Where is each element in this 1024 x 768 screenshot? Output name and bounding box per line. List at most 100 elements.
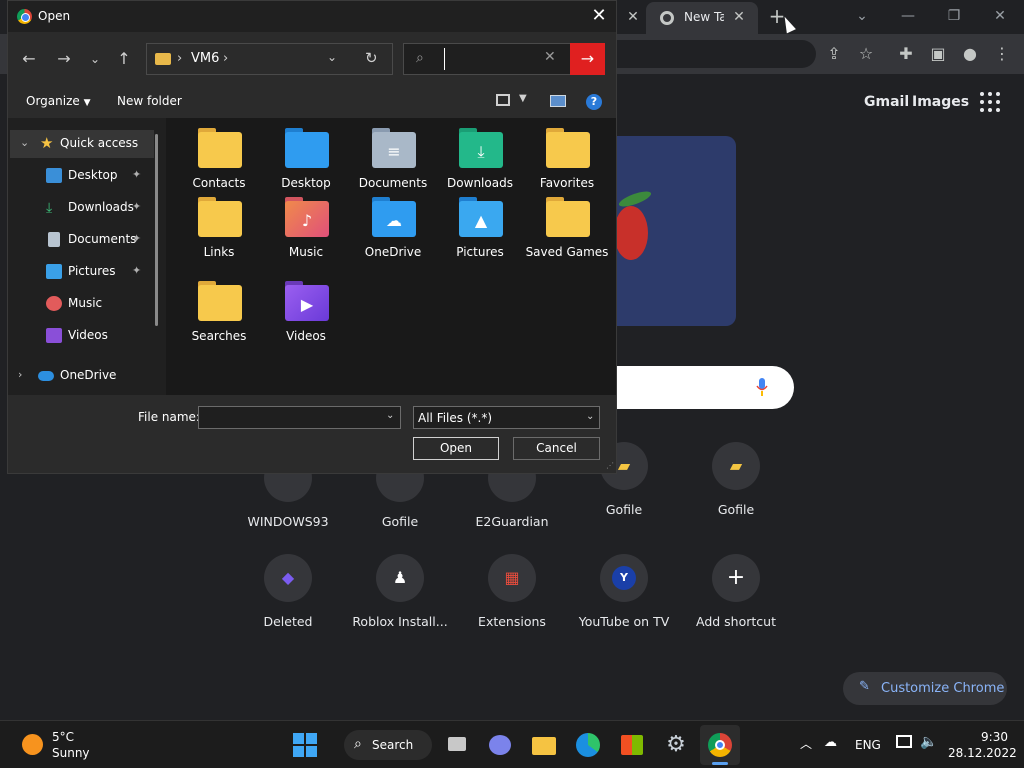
refresh-icon[interactable]: ↻ (365, 49, 378, 67)
folder-downloads[interactable]: ⤓ Downloads (438, 122, 522, 196)
expand-chevron-icon[interactable]: ⌄ (20, 136, 29, 149)
address-bar[interactable]: › VM6 › ⌄ ↻ (146, 43, 393, 75)
folder-desktop[interactable]: Desktop (264, 122, 348, 196)
tab-search-icon[interactable]: ⌄ (848, 6, 876, 26)
resize-grip-icon[interactable]: ⋰ (606, 461, 614, 470)
show-hidden-icons-chevron-icon[interactable]: ︿ (800, 735, 812, 752)
nav-item-pictures[interactable]: Pictures ✦ (8, 258, 154, 286)
clock-date[interactable]: 28.12.2022 (948, 746, 1017, 760)
recent-locations-chevron-icon[interactable]: ⌄ (84, 48, 106, 70)
organize-button[interactable]: Organize ▼ (26, 94, 91, 108)
clock-time[interactable]: 9:30 (958, 730, 1008, 744)
share-icon[interactable]: ⇪ (822, 42, 846, 66)
taskbar-search-button[interactable]: ⌕ Search (344, 730, 432, 760)
open-button[interactable]: Open (413, 437, 499, 460)
file-explorer-icon[interactable] (530, 731, 558, 759)
weather-condition[interactable]: Sunny (52, 746, 90, 760)
dialog-titlebar[interactable]: Open ✕ (8, 1, 616, 32)
breadcrumb-chevron-icon[interactable]: › (177, 51, 182, 66)
folder-videos[interactable]: ▶ Videos (264, 275, 348, 349)
customize-chrome-button[interactable]: ✎ Customize Chrome (843, 672, 1007, 705)
volume-icon[interactable]: 🔈 (920, 734, 937, 750)
preview-pane-icon[interactable] (550, 95, 566, 107)
nav-item-music[interactable]: Music (8, 290, 154, 318)
cloud-offline-icon[interactable]: ☁ (824, 735, 837, 750)
folder-links[interactable]: Links (177, 191, 261, 265)
file-name-input[interactable] (198, 406, 401, 429)
search-input[interactable] (444, 48, 544, 70)
extensions-puzzle-icon[interactable]: ✚ (894, 42, 918, 66)
pin-icon[interactable]: ✦ (132, 264, 141, 277)
view-options-chevron-icon[interactable]: ▼ (519, 93, 527, 104)
help-icon[interactable]: ? (586, 94, 602, 110)
microsoft-store-icon[interactable] (618, 731, 646, 759)
expand-chevron-icon[interactable]: › (18, 368, 22, 381)
folder-onedrive[interactable]: ☁ OneDrive (351, 191, 435, 265)
start-windows-icon[interactable] (292, 732, 320, 760)
new-folder-button[interactable]: New folder (117, 94, 182, 108)
maximize-icon[interactable]: ❐ (940, 6, 968, 26)
profile-avatar-icon[interactable]: ● (958, 42, 982, 66)
gmail-link[interactable]: Gmail (864, 94, 909, 110)
back-arrow-icon[interactable]: ← (18, 48, 40, 70)
chrome-taskbar-icon[interactable] (700, 725, 740, 765)
shortcut-roblox-install[interactable]: ♟ Roblox Install... (344, 554, 456, 644)
breadcrumb-chevron-icon[interactable]: › (223, 51, 228, 66)
file-type-select[interactable]: All Files (*.*) ⌄ (413, 406, 600, 429)
nav-item-downloads[interactable]: ⤓ Downloads ✦ (8, 194, 154, 222)
up-arrow-icon[interactable]: ↑ (113, 48, 135, 70)
breadcrumb-vm6[interactable]: VM6 (191, 51, 219, 66)
microphone-icon[interactable] (756, 378, 768, 396)
search-box[interactable]: ⌕ ✕ → (403, 43, 605, 75)
more-menu-icon[interactable]: ⋮ (990, 42, 1014, 66)
language-indicator[interactable]: ENG (855, 738, 881, 752)
side-panel-icon[interactable]: ▣ (926, 42, 950, 66)
address-dropdown-icon[interactable]: ⌄ (327, 50, 337, 64)
bookmark-star-icon[interactable]: ☆ (854, 42, 878, 66)
pin-icon[interactable]: ✦ (132, 200, 141, 213)
google-doodle[interactable] (604, 136, 736, 326)
folder-contacts[interactable]: Contacts (177, 122, 261, 196)
shortcut-extensions[interactable]: ▦ Extensions (456, 554, 568, 644)
omnibox[interactable] (604, 40, 816, 68)
shortcut-youtube-on-tv[interactable]: Y YouTube on TV (568, 554, 680, 644)
shortcut-deleted[interactable]: ◆ Deleted (232, 554, 344, 644)
pin-icon[interactable]: ✦ (132, 232, 141, 245)
close-window-icon[interactable]: ✕ (986, 6, 1014, 26)
tab-close-icon[interactable]: ✕ (730, 8, 748, 26)
network-display-icon[interactable] (896, 735, 912, 748)
pin-icon[interactable]: ✦ (132, 168, 141, 181)
google-apps-icon[interactable] (980, 92, 1000, 112)
task-view-icon[interactable] (444, 731, 472, 759)
nav-item-desktop[interactable]: Desktop ✦ (8, 162, 154, 190)
folder-favorites[interactable]: Favorites (525, 122, 609, 196)
sun-weather-icon[interactable] (22, 734, 43, 755)
tab-close-icon[interactable]: ✕ (624, 8, 642, 26)
change-view-icon[interactable] (496, 94, 510, 106)
chat-teams-icon[interactable] (486, 731, 514, 759)
images-link[interactable]: Images (912, 94, 969, 110)
folder-searches[interactable]: Searches (177, 275, 261, 349)
shortcut-gofile[interactable]: ▰ Gofile (680, 442, 792, 532)
search-go-arrow-icon[interactable]: → (570, 43, 605, 75)
edge-browser-icon[interactable] (574, 731, 602, 759)
folder-documents[interactable]: ≡ Documents (351, 122, 435, 196)
settings-gear-icon[interactable]: ⚙ (662, 731, 690, 759)
weather-temperature[interactable]: 5°C (52, 730, 74, 744)
nav-item-documents[interactable]: Documents ✦ (8, 226, 154, 254)
folder-music[interactable]: ♪ Music (264, 191, 348, 265)
clear-search-icon[interactable]: ✕ (544, 49, 556, 65)
nav-item-onedrive[interactable]: › OneDrive (8, 362, 154, 390)
file-name-dropdown-icon[interactable]: ⌄ (386, 410, 394, 421)
nav-item-videos[interactable]: Videos (8, 322, 154, 350)
nav-item-quick-access[interactable]: ⌄ ★ Quick access (10, 130, 154, 158)
minimize-icon[interactable]: — (894, 6, 922, 26)
folder-saved-games[interactable]: Saved Games (525, 191, 609, 265)
navigation-scrollbar[interactable] (155, 134, 158, 326)
tab-new-tab[interactable]: New Tab ✕ (646, 2, 758, 34)
shortcut-add[interactable]: + Add shortcut (680, 554, 792, 644)
folder-pictures[interactable]: ▲ Pictures (438, 191, 522, 265)
dialog-close-icon[interactable]: ✕ (588, 5, 610, 27)
cancel-button[interactable]: Cancel (513, 437, 600, 460)
forward-arrow-icon[interactable]: → (53, 48, 75, 70)
